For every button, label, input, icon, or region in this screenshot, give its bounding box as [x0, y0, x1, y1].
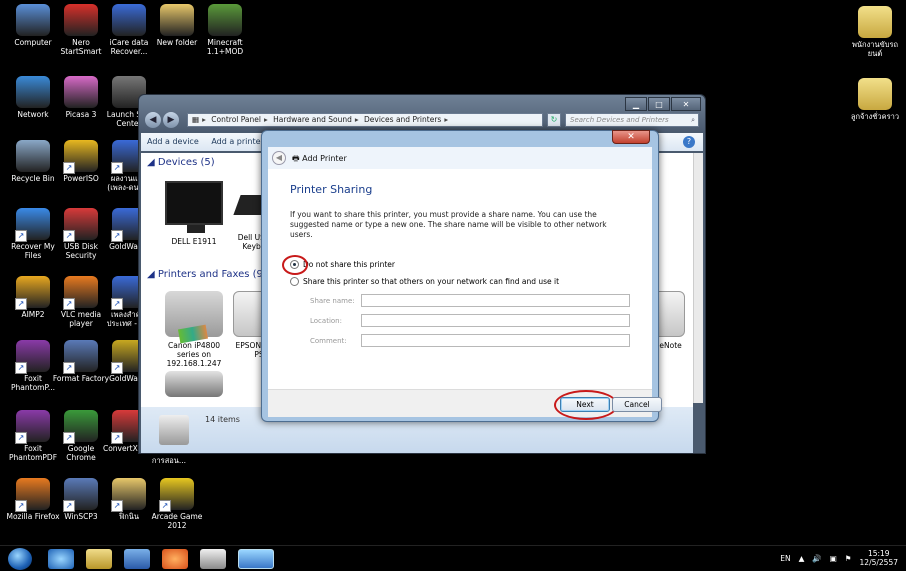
dialog-body: Printer Sharing If you want to share thi… — [268, 169, 652, 389]
system-tray: EN ▲ 🔊 ▣ ⚑ 15:19 12/5/2557 — [780, 549, 898, 567]
volume-icon[interactable]: 🔊 — [812, 554, 821, 563]
group-header-devices[interactable]: ◢ Devices (5) — [147, 157, 215, 168]
radio-button[interactable] — [290, 277, 299, 286]
monitor-icon — [165, 181, 223, 233]
maximize-button[interactable]: □ — [648, 97, 670, 111]
control-panel-taskbar-icon[interactable] — [238, 549, 274, 569]
help-icon[interactable]: ? — [683, 136, 695, 148]
share-name-input[interactable] — [360, 294, 630, 307]
minecraft-icon — [208, 4, 242, 36]
desktop-icon-right-folder-2[interactable]: ลูกจ้างชั่วคราว — [846, 78, 904, 121]
printer-sharing-heading: Printer Sharing — [290, 183, 373, 196]
winscp-icon — [63, 478, 98, 512]
media-player-icon[interactable] — [124, 549, 150, 569]
comment-row: Comment: — [290, 334, 630, 347]
nav-buttons: ◀ ▶ — [145, 112, 179, 128]
minimize-button[interactable]: ▁ — [625, 97, 647, 111]
arcade-icon — [159, 478, 194, 512]
explorer-icon[interactable] — [86, 549, 112, 569]
picasa-icon — [64, 76, 98, 108]
cancel-button[interactable]: Cancel — [612, 397, 662, 412]
desktop-icon-label: Minecraft 1.1+MOD — [206, 38, 244, 56]
breadcrumb-control-panel[interactable]: Control Panel — [211, 115, 261, 124]
flag-icon[interactable]: ⚑ — [845, 554, 852, 563]
desktop-icon[interactable]: Minecraft 1.1+MOD — [196, 4, 254, 56]
start-button[interactable] — [8, 548, 32, 570]
add-printer-button[interactable]: Add a printer — [211, 137, 263, 146]
format-factory-icon — [63, 340, 98, 374]
folder-icon — [111, 478, 146, 512]
folder-icon — [858, 78, 892, 110]
printer-camera-icon — [159, 415, 189, 445]
show-hidden-icons[interactable]: ▲ — [799, 554, 805, 563]
close-button[interactable]: ✕ — [671, 97, 701, 111]
language-indicator[interactable]: EN — [780, 554, 790, 563]
recycle-bin-icon — [16, 140, 50, 172]
firefox-taskbar-icon[interactable] — [162, 549, 188, 569]
location-input[interactable] — [360, 314, 630, 327]
aimp-icon — [15, 276, 50, 310]
breadcrumb-devices-printers[interactable]: Devices and Printers — [364, 115, 441, 124]
radio-do-not-share[interactable]: Do not share this printer — [282, 255, 630, 275]
desktop-icon[interactable]: การสอน... — [140, 456, 198, 465]
back-button[interactable]: ◀ — [145, 112, 161, 128]
address-bar[interactable]: ▦ ▸ Control Panel ▸ Hardware and Sound ▸ De… — [187, 113, 543, 127]
group-header-printers[interactable]: ◢ Printers and Faxes (9) — [147, 269, 267, 280]
dialog-footer: Next Cancel — [268, 389, 662, 420]
device-dell-monitor[interactable]: DELL E1911 — [157, 181, 231, 246]
item-count: 14 items — [205, 415, 240, 424]
usb-security-icon — [63, 208, 98, 242]
printer-icon — [165, 371, 223, 397]
sharing-description: If you want to share this printer, you m… — [290, 210, 607, 239]
chrome-icon — [63, 410, 98, 444]
dialog-titlebar: ◀ 🖶 Add Printer — [268, 147, 652, 169]
foxit-pdf-icon — [15, 410, 50, 444]
poweriso-icon — [63, 140, 98, 174]
window-titlebar: ▁ □ ✕ ◀ ▶ ▦ ▸ Control Panel ▸ Hardware and… — [139, 95, 705, 131]
printer-generic[interactable] — [157, 371, 231, 401]
vlc-icon — [63, 276, 98, 310]
dialog-title: 🖶 Add Printer — [292, 154, 347, 163]
nero-icon — [64, 4, 98, 36]
printer-icon — [165, 291, 223, 337]
control-panel-icon: ▦ — [192, 115, 200, 124]
window-controls: ▁ □ ✕ — [624, 97, 701, 111]
breadcrumb-hardware-sound[interactable]: Hardware and Sound — [273, 115, 352, 124]
forward-button[interactable]: ▶ — [163, 112, 179, 128]
clock[interactable]: 15:19 12/5/2557 — [860, 549, 898, 567]
computer-icon — [16, 4, 50, 36]
foxit-phantom-icon — [15, 340, 50, 374]
printer-canon-ip4800[interactable]: Canon iP4800 series on 192.168.1.247 — [157, 291, 231, 368]
search-input[interactable]: Search Devices and Printers ⌕ — [565, 113, 699, 127]
desktop-icon-right-folder-1[interactable]: พนักงานขับรถ ยนต์ — [846, 6, 904, 58]
back-arrow-icon[interactable]: ◀ — [272, 151, 286, 165]
ie-icon[interactable] — [48, 549, 74, 569]
location-row: Location: — [290, 314, 630, 327]
comment-input[interactable] — [360, 334, 630, 347]
add-device-button[interactable]: Add a device — [147, 137, 199, 146]
network-icon — [16, 76, 50, 108]
folder-icon — [858, 6, 892, 38]
add-printer-dialog: ✕ ◀ 🖶 Add Printer Printer Sharing If you… — [261, 130, 662, 422]
desktop-icon-label: การสอน... — [151, 456, 187, 465]
radio-button-selected[interactable] — [290, 260, 299, 269]
icare-icon — [112, 4, 146, 36]
vertical-scrollbar[interactable] — [693, 153, 703, 403]
recover-files-icon — [15, 208, 50, 242]
taskbar: EN ▲ 🔊 ▣ ⚑ 15:19 12/5/2557 — [0, 545, 906, 571]
radio-share-printer[interactable]: Share this printer so that others on you… — [290, 277, 630, 286]
dialog-close-button[interactable]: ✕ — [612, 130, 650, 144]
refresh-icon[interactable]: ↻ — [547, 113, 561, 127]
desktop-icon-label: Arcade Game 2012 — [151, 512, 203, 530]
firefox-icon — [15, 478, 50, 512]
search-icon: ⌕ — [691, 116, 695, 124]
folder-icon — [160, 4, 194, 36]
desktop-icon[interactable]: Arcade Game 2012 — [148, 478, 206, 530]
calendar-icon[interactable] — [200, 549, 226, 569]
network-icon[interactable]: ▣ — [830, 554, 837, 563]
share-name-row: Share name: — [290, 294, 630, 307]
next-button[interactable]: Next — [560, 397, 610, 412]
